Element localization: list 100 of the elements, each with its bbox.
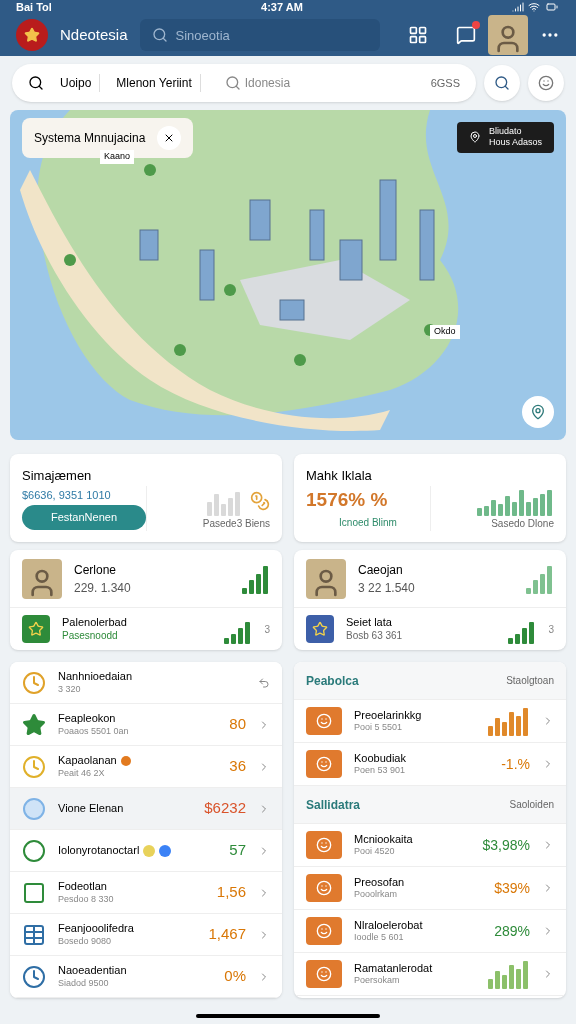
signal-icon bbox=[512, 1, 524, 13]
row-title: Kapaolanan bbox=[58, 754, 117, 768]
stat-title: Mahk Iklala bbox=[306, 467, 373, 485]
row-subtitle: Poersokam bbox=[354, 975, 401, 987]
row-title: Preoelarinkkg bbox=[354, 708, 423, 723]
row-value: 80 bbox=[229, 714, 246, 735]
section-action[interactable]: Staolgtoan bbox=[506, 673, 554, 688]
thumbnail-icon bbox=[306, 960, 342, 988]
app-title: Ndeotesia bbox=[60, 24, 128, 45]
list-row[interactable]: Feanjooolifedra Bosedo 9080 1,467 bbox=[10, 914, 282, 956]
row-value: 0% bbox=[224, 966, 246, 987]
avatar-placeholder bbox=[488, 15, 528, 55]
face-button[interactable] bbox=[528, 65, 564, 101]
thumbnail-icon bbox=[306, 831, 342, 859]
row-title: Nanhnioedaian bbox=[58, 670, 132, 684]
item-subtitle: Pasesnoodd bbox=[62, 629, 119, 643]
bar-chart-icon bbox=[488, 706, 530, 736]
map-label: Okdo bbox=[430, 325, 460, 339]
filter-chip[interactable]: Uoipo bbox=[52, 74, 101, 92]
clock-icon bbox=[22, 670, 46, 695]
row-title: Mcniookaita bbox=[354, 832, 414, 847]
stat-link[interactable]: Icnoed Blinm bbox=[306, 515, 430, 531]
list-row[interactable]: Fodeotlan Pesdoo 8 330 1,56 bbox=[10, 872, 282, 914]
clock-icon bbox=[22, 754, 46, 779]
wifi-icon bbox=[528, 1, 540, 13]
search-icon bbox=[151, 27, 168, 43]
row-subtitle: Siadod 9500 bbox=[58, 977, 110, 989]
thumbnail-icon bbox=[306, 874, 342, 902]
row-title: Nlraloelerobat bbox=[354, 918, 424, 933]
row-subtitle: Bosedo 9080 bbox=[58, 935, 113, 947]
row-value: 1,56 bbox=[216, 882, 246, 903]
search-icon bbox=[224, 75, 241, 91]
return-arrow-icon bbox=[258, 676, 270, 689]
search-field[interactable]: Sinoeotia bbox=[139, 19, 380, 51]
star-icon bbox=[22, 712, 46, 737]
row-subtitle: 3 320 bbox=[58, 683, 82, 695]
list-row[interactable]: Vione Elenan $6232 bbox=[10, 788, 282, 830]
search-icon bbox=[494, 75, 510, 91]
stat-value: 1576% % bbox=[306, 487, 389, 512]
search-button[interactable] bbox=[484, 65, 520, 101]
row-value: 1,467 bbox=[208, 924, 246, 945]
row-title: Iolonyrotanoctarl bbox=[58, 843, 140, 858]
info-text: Bliudato bbox=[488, 126, 523, 138]
list-row[interactable]: Nlraloelerobat Ioodle 5 601 289% bbox=[294, 910, 566, 953]
map-title: Systema Mnnujacina bbox=[34, 130, 146, 147]
thumbnail-icon bbox=[306, 707, 342, 735]
clock-icon bbox=[22, 964, 46, 989]
face-icon bbox=[538, 75, 554, 91]
stat-caption: Sasedo Dlone bbox=[491, 516, 554, 531]
stat-title: Simajæmen bbox=[22, 467, 93, 485]
list-row[interactable]: Preoelarinkkg Pooi 5 5501 bbox=[294, 700, 566, 743]
row-subtitle: Pooi 5 5501 bbox=[354, 722, 404, 734]
grid-icon[interactable] bbox=[408, 25, 428, 45]
map-label: Kaano bbox=[100, 150, 135, 164]
list-row[interactable]: Kapaolanan Peait 46 2X 36 bbox=[10, 746, 282, 788]
logo-icon bbox=[16, 19, 48, 51]
row-value: $3,98% bbox=[482, 835, 530, 855]
row-subtitle: Poaaos 5501 0an bbox=[58, 725, 130, 737]
row-value: $6232 bbox=[204, 798, 246, 819]
row-value: 57 bbox=[229, 840, 246, 861]
filter-chip[interactable]: Mlenon Yeriint bbox=[108, 74, 201, 92]
thumbnail-icon bbox=[306, 917, 342, 945]
row-subtitle: Peait 46 2X bbox=[58, 767, 106, 779]
row-title: Preosofan bbox=[354, 875, 406, 890]
list-row[interactable]: Ramatanlerodat Poersokam bbox=[294, 953, 566, 996]
table-icon bbox=[22, 922, 46, 947]
person-name: Caeojan bbox=[358, 561, 404, 579]
stat-value: $6636, 9351 1010 bbox=[22, 487, 112, 503]
row-value: -1.% bbox=[501, 754, 530, 774]
bar-chart-icon bbox=[488, 959, 530, 989]
row-value: $39% bbox=[494, 878, 530, 898]
row-title: Naoeadentian bbox=[58, 964, 127, 978]
coin-icon bbox=[250, 490, 270, 511]
list-row[interactable]: Nanhnioedaian 3 320 bbox=[10, 662, 282, 704]
list-row[interactable]: Feapleokon Poaaos 5501 0an 80 bbox=[10, 704, 282, 746]
item-subtitle: Bosb 63 361 bbox=[346, 629, 404, 643]
search-field[interactable]: Idonesia bbox=[244, 74, 365, 92]
row-title: Koobudiak bbox=[354, 751, 407, 766]
pin-icon bbox=[530, 404, 546, 420]
list-row[interactable]: Iolonyrotanoctarl 57 bbox=[10, 830, 282, 872]
photo-placeholder bbox=[22, 558, 62, 599]
pin-icon bbox=[468, 131, 481, 144]
row-title: Feapleokon bbox=[58, 712, 116, 726]
stat-caption: Pasede3 Biens bbox=[202, 516, 270, 531]
person-value: 3 22 1.540 bbox=[358, 579, 416, 597]
person-name: Cerlone bbox=[74, 561, 118, 579]
count-text: 3 bbox=[548, 622, 554, 637]
signal-bars-icon bbox=[526, 563, 554, 594]
panel-icon bbox=[22, 880, 46, 905]
chat-icon[interactable] bbox=[456, 25, 476, 45]
list-row[interactable]: Mcniookaita Pooi 4520 $3,98% bbox=[294, 824, 566, 867]
section-action[interactable]: Saoloiden bbox=[509, 797, 554, 812]
list-row[interactable]: Naoeadentian Siadod 9500 0% bbox=[10, 956, 282, 998]
row-value: 289% bbox=[494, 921, 530, 941]
row-title: Feanjooolifedra bbox=[58, 922, 134, 936]
list-row[interactable]: Preosofan Pooolrkam $39% bbox=[294, 867, 566, 910]
item-title: Palenolerbad bbox=[62, 615, 128, 630]
action-button[interactable]: FestanNenen bbox=[22, 505, 146, 530]
item-title: Seiet lata bbox=[346, 615, 393, 630]
count-text: 3 bbox=[264, 622, 270, 637]
